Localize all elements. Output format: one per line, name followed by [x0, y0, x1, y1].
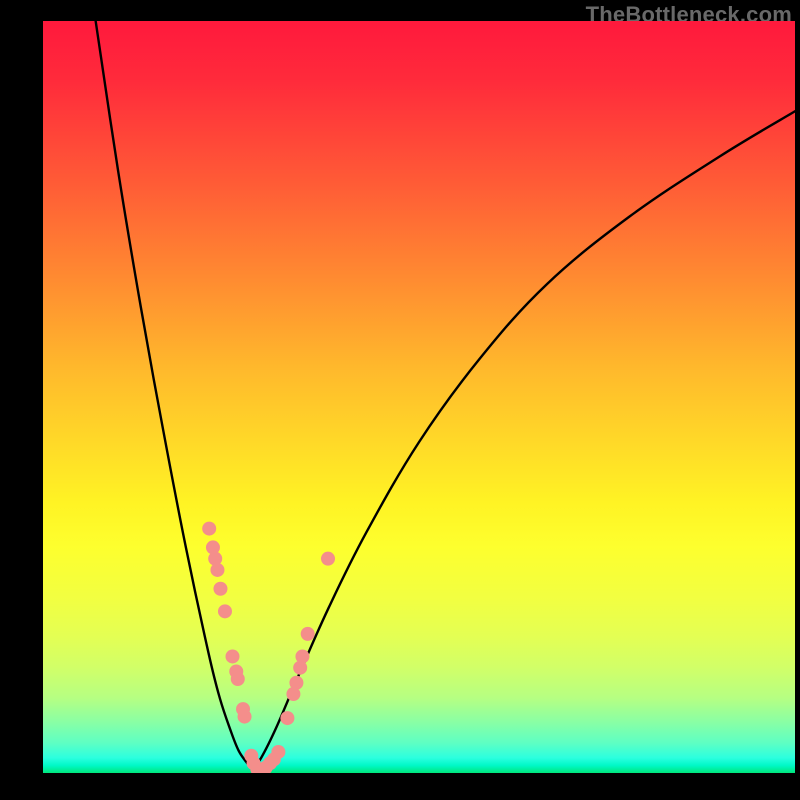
bottleneck-curve [96, 21, 795, 769]
data-point [213, 582, 227, 596]
data-point [321, 552, 335, 566]
data-point [271, 745, 285, 759]
data-point [295, 649, 309, 663]
data-point [231, 672, 245, 686]
data-point [210, 563, 224, 577]
data-point [218, 604, 232, 618]
data-point [289, 676, 303, 690]
chart-svg [43, 21, 795, 773]
plot-area [43, 21, 795, 773]
highlight-points [202, 522, 335, 773]
chart-container: TheBottleneck.com [0, 0, 800, 800]
data-point [202, 522, 216, 536]
data-point [301, 627, 315, 641]
curve-bottleneck-curve-right [252, 111, 795, 769]
data-point [280, 711, 294, 725]
data-point [238, 710, 252, 724]
data-point [226, 649, 240, 663]
